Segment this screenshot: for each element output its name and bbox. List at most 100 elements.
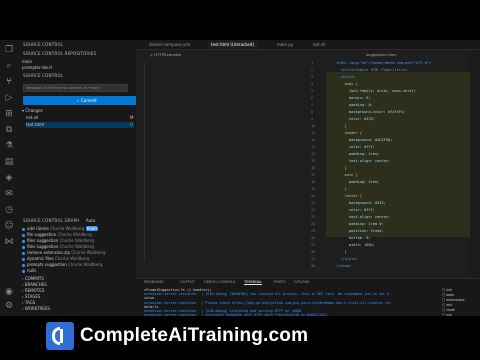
code-line: } — [336, 166, 347, 170]
tab-ports[interactable]: PORTS — [274, 280, 286, 284]
chat-icon[interactable]: ✉ — [3, 188, 15, 200]
commit-dot-icon — [22, 269, 25, 273]
line-number: 7 — [311, 103, 314, 107]
editor-pane-left[interactable]: > HTTPExtendJa — [136, 50, 307, 278]
search-icon[interactable]: ⌕ — [3, 60, 15, 72]
line-number: 5 — [311, 89, 314, 93]
brand-watermark: CompleteAiTraining.com — [46, 322, 308, 350]
commit-dot-icon — [22, 257, 25, 261]
line-number: 13 — [311, 145, 316, 149]
commit-dot-icon — [22, 239, 25, 243]
code-line: } — [336, 250, 347, 254]
source-control-icon[interactable]: ⑂ — [3, 76, 15, 88]
line-number: 14 — [311, 152, 316, 156]
line-number: 9 — [311, 117, 314, 121]
file-status: M — [130, 115, 134, 120]
file-name: not.sh — [26, 115, 39, 120]
code-line: header { — [336, 131, 362, 135]
remote-icon[interactable]: ⧉ — [3, 124, 15, 136]
file-name: test.html — [26, 122, 45, 127]
tab-gitlens[interactable]: GITLENS — [294, 280, 309, 284]
testing-icon[interactable]: ⚗ — [3, 140, 15, 152]
brand-logo-icon — [46, 322, 74, 350]
timeline-icon[interactable]: ◷ — [3, 204, 15, 216]
changes-group[interactable]: ▾ Changes — [22, 108, 43, 114]
line-number: 28 — [311, 250, 316, 254]
activity-bar: ❐ ⌕ ⑂ ▷ ⊞ ⧉ ⚗ ▤ ◈ ✉ ◷ ☺ ⋈ ◉ ⚙ — [0, 40, 19, 316]
line-number: 18 — [311, 180, 316, 184]
line-number: 23 — [311, 215, 316, 219]
code-line: text-align: center; — [336, 215, 391, 219]
tab-terminal[interactable]: TERMINAL — [244, 280, 263, 285]
docker-icon[interactable]: ▤ — [3, 156, 15, 168]
editor-pane-right[interactable]: suggestion-item 1 <html lang="en"><head><… — [306, 50, 480, 278]
minimap[interactable] — [470, 50, 480, 278]
sc-section-header[interactable]: SOURCE CONTROL — [23, 73, 63, 78]
brand-text: CompleteAiTraining.com — [80, 325, 309, 346]
explorer-icon[interactable]: ❐ — [3, 44, 15, 56]
file-row[interactable]: test.html U — [26, 122, 134, 128]
line-number: 25 — [311, 229, 316, 233]
vscode-window: ❐ ⌕ ⑂ ▷ ⊞ ⧉ ⚗ ▤ ◈ ✉ ◷ ☺ ⋈ ◉ ⚙ SOURCE CON… — [0, 40, 480, 316]
code-line: main { — [336, 173, 358, 177]
code-line: padding: 1rem 0; — [336, 222, 384, 226]
code-line: font-family: Arial, sans-serif; — [336, 89, 417, 93]
code-line: bottom: 0; — [336, 236, 371, 240]
code-line: } — [336, 124, 347, 128]
repo-row-prompter[interactable]: prompter-ide-rl — [22, 65, 52, 71]
repos-section-header[interactable]: SOURCE CONTROL REPOSITORIES — [23, 51, 96, 56]
code-line: padding: 2rem; — [336, 180, 380, 184]
code-line: color: #fff; — [336, 145, 375, 149]
line-number: 3 — [311, 75, 314, 79]
graph-icon[interactable]: ⋈ — [3, 236, 15, 248]
tab-debug-console[interactable]: DEBUG CONSOLE — [204, 280, 235, 284]
editor-breadcrumb: suggestion-item — [366, 52, 397, 57]
line-number: 4 — [311, 82, 314, 86]
code-line: padding: 0; — [336, 103, 373, 107]
run-debug-icon[interactable]: ▷ — [3, 92, 15, 104]
editor-breadcrumb: > HTTPExtendJa — [150, 52, 181, 57]
line-number: 24 — [311, 222, 316, 226]
commit-dot-icon — [22, 245, 25, 249]
section-worktrees[interactable]: › WORKTREES — [22, 306, 50, 312]
account-icon[interactable]: ◉ — [3, 286, 15, 298]
gitlens-icon[interactable]: ◈ — [3, 172, 15, 184]
tab-main-py[interactable]: main.py — [274, 40, 296, 49]
sidebar-title: SOURCE CONTROL — [23, 42, 64, 47]
tab-problems[interactable]: PROBLEMS — [144, 280, 164, 284]
editor-tab-bar: docker-compose.yml test.html (Untracked)… — [136, 40, 480, 50]
line-number: 11 — [311, 131, 316, 135]
line-number: 6 — [311, 96, 314, 100]
line-number: 16 — [311, 166, 316, 170]
code-line: </head> — [336, 264, 352, 268]
code-line: <title>Simple HTML Page</title> — [336, 68, 408, 72]
settings-gear-icon[interactable]: ⚙ — [3, 300, 15, 312]
tab-not-sh[interactable]: not.sh — [310, 40, 328, 49]
tab-output[interactable]: OUTPUT — [180, 280, 195, 284]
letterbox-top — [0, 0, 480, 40]
tab-test-html[interactable]: test.html (Untracked) — [208, 40, 257, 49]
line-number: 12 — [311, 138, 316, 142]
file-row[interactable]: not.sh M — [26, 115, 133, 121]
graph-branch[interactable]: Auto — [86, 218, 95, 223]
extensions-icon[interactable]: ⊞ — [3, 108, 15, 120]
tab-docker-compose[interactable]: docker-compose.yml — [146, 40, 193, 49]
line-number: 20 — [311, 194, 316, 198]
line-number: 21 — [311, 201, 316, 205]
changes-label: Changes — [25, 108, 43, 113]
terminal-output[interactable]: vPromptSuggestion-fe (1 handlers) extensi… — [144, 288, 444, 316]
line-number: 29 — [311, 257, 316, 261]
commit-button[interactable]: ✓ Commit — [23, 96, 150, 105]
code-line: margin: 0; — [336, 96, 371, 100]
graph-commit[interactable]: nulls — [22, 268, 36, 274]
graph-section-header[interactable]: SOURCE CONTROL GRAPH — [23, 218, 79, 223]
line-number: 19 — [311, 187, 316, 191]
line-number: 17 — [311, 173, 316, 177]
commit-dot-icon — [22, 263, 25, 267]
commit-message-input[interactable]: Message (Ctrl+Enter to commit on "main") — [23, 84, 128, 92]
code-line: text-align: center; — [336, 159, 391, 163]
line-number: 26 — [311, 236, 316, 240]
code-line: <html lang="en"><head><meta charset="UTF… — [336, 61, 432, 65]
copilot-icon[interactable]: ☺ — [3, 220, 15, 232]
code-line: body { — [336, 82, 358, 86]
